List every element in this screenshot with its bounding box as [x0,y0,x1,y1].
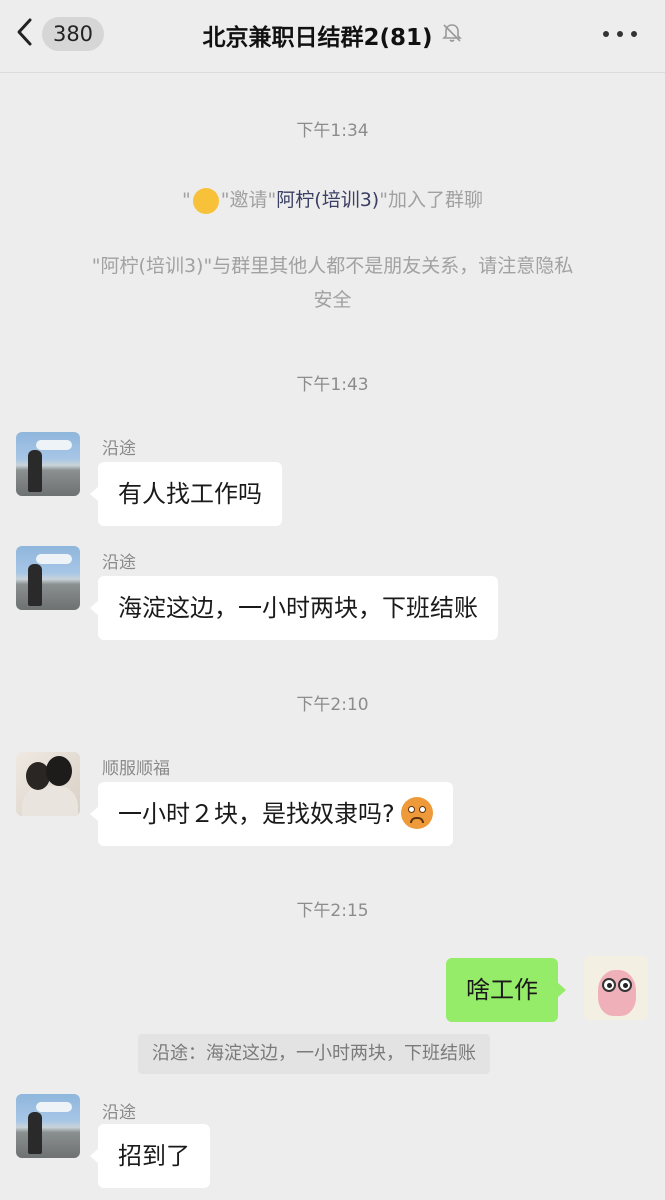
message-bubble[interactable]: 有人找工作吗 [90,462,282,526]
wink-emoji-icon [192,187,219,214]
timestamp: 下午1:43 [296,375,369,395]
chat-title: 北京兼职日结群2(81) [202,25,433,51]
chat-header: 380 北京兼职日结群2(81) [0,0,665,73]
quoted-message[interactable]: 沿途：海淀这边，一小时两块，下班结账 [138,1034,490,1074]
sender-name: 沿途 [102,439,136,459]
sender-name: 沿途 [102,1103,136,1123]
avatar[interactable] [16,752,80,816]
avatar[interactable] [16,432,80,496]
more-dots-icon[interactable] [603,22,637,46]
avatar[interactable] [16,1094,80,1158]
timestamp: 下午2:10 [296,695,369,715]
system-invite-message: " "邀请"阿柠(培训3)"加入了群聊 [40,183,625,217]
sad-face-emoji-icon [400,797,433,829]
sender-name: 顺服顺福 [102,759,170,779]
avatar[interactable] [16,546,80,610]
privacy-notice: "阿柠(培训3)"与群里其他人都不是朋友关系，请注意隐私 安全 [91,255,574,311]
message-bubble[interactable]: 海淀这边，一小时两块，下班结账 [90,576,498,640]
message-bubble-self[interactable]: 啥工作 [446,958,566,1022]
timestamp: 下午1:34 [296,121,369,141]
bell-off-icon [441,22,463,48]
avatar-self[interactable] [584,956,648,1020]
invitee-name-link[interactable]: 阿柠(培训3) [276,189,379,211]
message-bubble[interactable]: 一小时２块，是找奴隶吗? [90,782,453,846]
timestamp: 下午2:15 [296,901,369,921]
message-bubble[interactable]: 招到了 [90,1124,210,1188]
sender-name: 沿途 [102,553,136,573]
